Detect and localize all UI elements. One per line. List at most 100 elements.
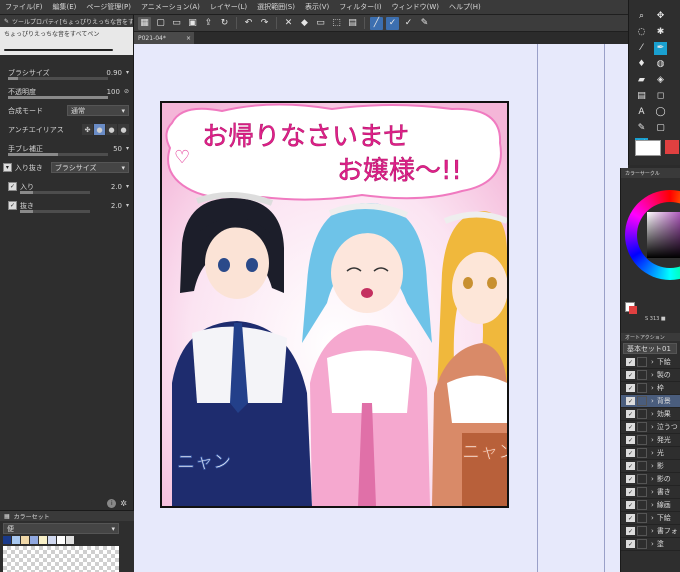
undo-icon[interactable]: ↶ [242, 17, 255, 30]
expand-arrow-icon[interactable]: › [651, 501, 654, 509]
antialias-medium-icon[interactable]: ● [106, 124, 117, 135]
layer-visibility-checkbox[interactable]: ✓ [626, 436, 635, 444]
fill-tool-icon[interactable]: ◈ [654, 74, 667, 87]
expand-arrow-icon[interactable]: › [651, 540, 654, 548]
rotate-icon[interactable]: ↻ [218, 17, 231, 30]
auto-action-tab[interactable]: オートアクション [621, 333, 680, 341]
layer-visibility-checkbox[interactable]: ✓ [626, 371, 635, 379]
layer-row[interactable]: ✓ › 発光 [621, 434, 680, 447]
layer-lock-toggle[interactable] [637, 370, 647, 380]
brush-size-slider[interactable] [8, 77, 108, 80]
taper-checkbox[interactable]: ▾ [3, 163, 12, 172]
expand-arrow-icon[interactable]: › [651, 475, 654, 483]
layer-visibility-checkbox[interactable]: ✓ [626, 358, 635, 366]
layer-lock-toggle[interactable] [637, 539, 647, 549]
layer-lock-toggle[interactable] [637, 500, 647, 510]
saturation-value-square[interactable] [647, 212, 680, 258]
menu-item[interactable]: ヘルプ(H) [444, 2, 486, 12]
stabilization-slider[interactable] [8, 153, 108, 156]
layer-visibility-checkbox[interactable]: ✓ [626, 501, 635, 509]
stabilization-row[interactable]: 手ブレ補正 50 ▾ [0, 139, 133, 158]
layer-visibility-checkbox[interactable]: ✓ [626, 514, 635, 522]
menu-item[interactable]: フィルター(I) [334, 2, 386, 12]
layer-row[interactable]: ✓ › 書フォ [621, 525, 680, 538]
layer-visibility-checkbox[interactable]: ✓ [626, 475, 635, 483]
snap-ruler-icon[interactable]: ╱ [370, 16, 383, 30]
layer-row[interactable]: ✓ › 光 [621, 447, 680, 460]
mini-swatch-sub[interactable] [629, 306, 637, 314]
layer-visibility-checkbox[interactable]: ✓ [626, 488, 635, 496]
swatch[interactable] [57, 536, 65, 544]
color-wheel-tab[interactable]: カラーサークル [621, 168, 680, 178]
blend-mode-select[interactable]: 通常 ▾ [67, 105, 129, 116]
opacity-row[interactable]: 不透明度 100 ⊘ [0, 82, 133, 101]
layer-row[interactable]: ✓ › 下絵 [621, 356, 680, 369]
layer-visibility-checkbox[interactable]: ✓ [626, 527, 635, 535]
expand-arrow-icon[interactable]: › [651, 410, 654, 418]
layer-lock-toggle[interactable] [637, 435, 647, 445]
taper-out-slider[interactable] [20, 210, 90, 213]
layer-row[interactable]: ✓ › 効果 [621, 408, 680, 421]
tool-property-tab[interactable]: ✎ ツールプロパティ[ちょっぴりえっちな音をすべて] [0, 15, 133, 27]
layer-lock-toggle[interactable] [637, 357, 647, 367]
menu-item[interactable]: 表示(V) [300, 2, 334, 12]
expand-arrow-icon[interactable]: › [651, 423, 654, 431]
swatch[interactable] [12, 536, 20, 544]
layer-lock-toggle[interactable] [637, 474, 647, 484]
taper-select[interactable]: ブラシサイズ ▾ [50, 162, 129, 173]
sub-color-swatch[interactable] [665, 140, 679, 154]
expand-arrow-icon[interactable]: › [651, 436, 654, 444]
artwork-canvas[interactable]: お帰りなさいませ お嬢様〜!! ♡ ♡ [160, 101, 509, 508]
antialias-strong-icon[interactable]: ● [118, 124, 129, 135]
stabilization-dropdown-icon[interactable]: ▾ [126, 145, 129, 152]
action-set-select[interactable]: 基本セット01 [623, 343, 677, 354]
layer-visibility-checkbox[interactable]: ✓ [626, 423, 635, 431]
antialias-none-icon[interactable]: ✤ [82, 124, 93, 135]
eyedropper-icon[interactable]: ⁄ [635, 42, 648, 55]
swatch[interactable] [3, 536, 11, 544]
menu-item[interactable]: ページ管理(P) [81, 2, 136, 12]
menu-item[interactable]: ファイル(F) [0, 2, 48, 12]
settings-icon[interactable]: ✲ [120, 499, 127, 508]
expand-arrow-icon[interactable]: › [651, 488, 654, 496]
info-icon[interactable]: i [107, 498, 117, 508]
invert-selection-icon[interactable]: ▤ [346, 17, 359, 30]
layer-visibility-checkbox[interactable]: ✓ [626, 384, 635, 392]
layer-row[interactable]: ✓ › 書き [621, 486, 680, 499]
menu-item[interactable]: 編集(E) [48, 2, 82, 12]
expand-arrow-icon[interactable]: › [651, 514, 654, 522]
layer-row[interactable]: ✓ › 枠 [621, 382, 680, 395]
expand-arrow-icon[interactable]: › [651, 384, 654, 392]
grid-icon[interactable]: ▦ [138, 16, 151, 30]
blend-tool-icon[interactable]: ◍ [654, 58, 667, 71]
swatch[interactable] [48, 536, 56, 544]
layer-visibility-checkbox[interactable]: ✓ [626, 397, 635, 405]
balloon-icon[interactable]: ◯ [654, 106, 667, 119]
gradient-icon[interactable]: ▤ [635, 90, 648, 103]
magic-wand-icon[interactable]: ✱ [654, 26, 667, 39]
figure-icon[interactable]: ◻ [654, 90, 667, 103]
lasso-icon[interactable]: ◌ [635, 26, 648, 39]
close-icon[interactable]: × [186, 35, 191, 42]
fill-icon[interactable]: ◆ [298, 17, 311, 30]
antialias-weak-icon[interactable]: ● [94, 124, 105, 135]
color-set-select[interactable]: 便 ▾ [3, 523, 119, 534]
layer-lock-toggle[interactable] [637, 487, 647, 497]
open-folder-icon[interactable]: ▭ [170, 17, 183, 30]
taper-in-dropdown-icon[interactable]: ▾ [126, 183, 129, 190]
clear-icon[interactable]: ✕ [282, 17, 295, 30]
layer-row[interactable]: ✓ › 影 [621, 460, 680, 473]
layer-visibility-checkbox[interactable]: ✓ [626, 462, 635, 470]
expand-arrow-icon[interactable]: › [651, 462, 654, 470]
swatch[interactable] [30, 536, 38, 544]
layer-visibility-checkbox[interactable]: ✓ [626, 540, 635, 548]
menu-item[interactable]: アニメーション(A) [136, 2, 205, 12]
layer-lock-toggle[interactable] [637, 448, 647, 458]
eraser-icon[interactable]: ▰ [635, 74, 648, 87]
taper-in-slider[interactable] [20, 191, 90, 194]
text-icon[interactable]: A [635, 106, 648, 119]
opacity-slider[interactable] [8, 96, 108, 99]
layer-visibility-checkbox[interactable]: ✓ [626, 410, 635, 418]
taper-out-dropdown-icon[interactable]: ▾ [126, 202, 129, 209]
layer-lock-toggle[interactable] [637, 422, 647, 432]
